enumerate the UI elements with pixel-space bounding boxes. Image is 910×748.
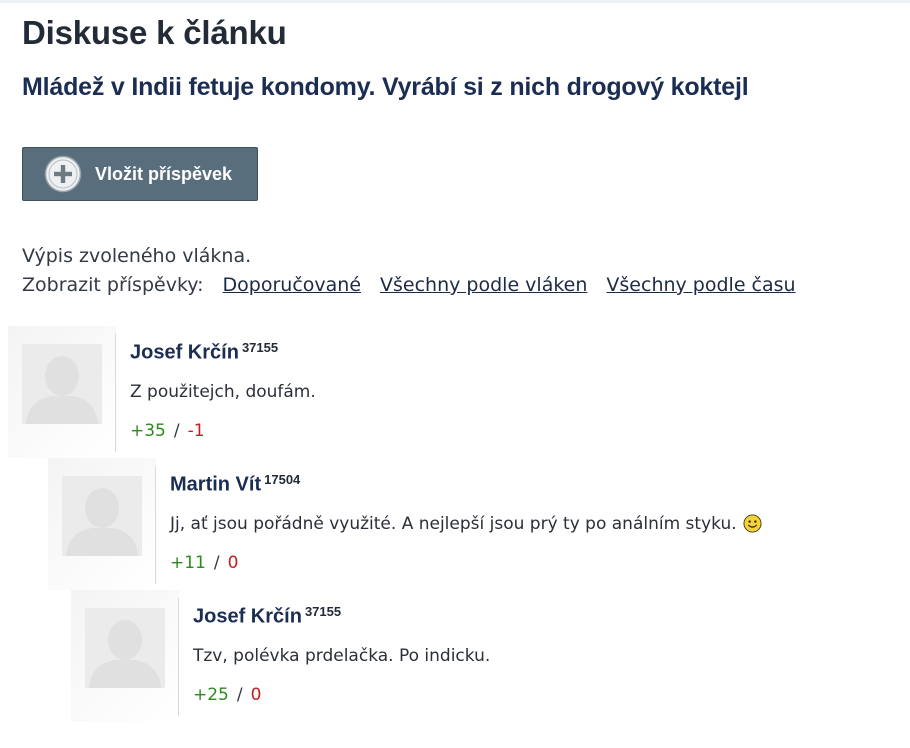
upvote-count[interactable]: +35 [130,421,166,441]
vote-separator: / [173,421,180,441]
comment: Martin Vít 17504 Jj, ať jsou pořádně využ… [48,458,888,590]
author-karma: 37155 [304,604,342,619]
filter-bar: Zobrazit příspěvky: Doporučované Všechny… [22,274,796,296]
author-line: Martin Vít 17504 [170,472,300,496]
comment-text: Jj, ať jsou pořádně využité. A nejlepší … [170,514,762,534]
article-title[interactable]: Mládež v Indii fetuje kondomy. Vyrábí si… [22,73,749,102]
filter-label: Zobrazit příspěvky: [22,274,204,296]
comment-text: Z použitejch, doufám. [130,382,316,402]
comment-divider [155,466,156,584]
author-line: Josef Krčín 37155 [130,340,278,364]
thread-note: Výpis zvoleného vlákna. [22,245,252,267]
vote-bar: +11 / 0 [170,553,238,573]
filter-recommended-link[interactable]: Doporučované [223,274,361,296]
add-post-label: Vložit příspěvek [95,163,233,184]
filter-by-threads-link[interactable]: Všechny podle vláken [380,274,587,296]
vote-separator: / [213,553,220,573]
comment: Josef Krčín 37155 Tzv, polévka prdelačka.… [71,590,888,722]
vote-bar: +35 / -1 [130,421,205,441]
author-karma: 37155 [241,340,279,355]
add-post-button[interactable]: Vložit příspěvek [22,147,258,201]
avatar-placeholder-icon[interactable] [85,608,165,688]
top-border [0,0,910,3]
comment-text: Tzv, polévka prdelačka. Po indicku. [193,646,491,666]
avatar-frame [8,326,116,458]
downvote-count[interactable]: -1 [188,421,205,441]
smiley-icon [743,514,762,533]
avatar-placeholder-icon[interactable] [62,476,142,556]
author-name-link[interactable]: Josef Krčín [130,341,239,363]
upvote-count[interactable]: +11 [170,553,206,573]
avatar-frame [71,590,179,722]
page-title: Diskuse k článku [22,14,287,51]
upvote-count[interactable]: +25 [193,685,229,705]
avatar-frame [48,458,156,590]
comment-text-body: Jj, ať jsou pořádně využité. A nejlepší … [170,514,737,534]
plus-circle-icon [44,155,82,193]
author-name-link[interactable]: Josef Krčín [193,605,302,627]
comment: Josef Krčín 37155 Z použitejch, doufám. +… [8,326,888,458]
downvote-count[interactable]: 0 [228,553,239,573]
author-line: Josef Krčín 37155 [193,604,341,628]
vote-bar: +25 / 0 [193,685,261,705]
vote-separator: / [236,685,243,705]
comment-divider [115,334,116,452]
comment-divider [178,598,179,716]
author-karma: 17504 [264,472,301,487]
avatar-placeholder-icon[interactable] [22,344,102,424]
downvote-count[interactable]: 0 [251,685,262,705]
filter-by-time-link[interactable]: Všechny podle času [606,274,795,296]
author-name-link[interactable]: Martin Vít [170,473,261,495]
